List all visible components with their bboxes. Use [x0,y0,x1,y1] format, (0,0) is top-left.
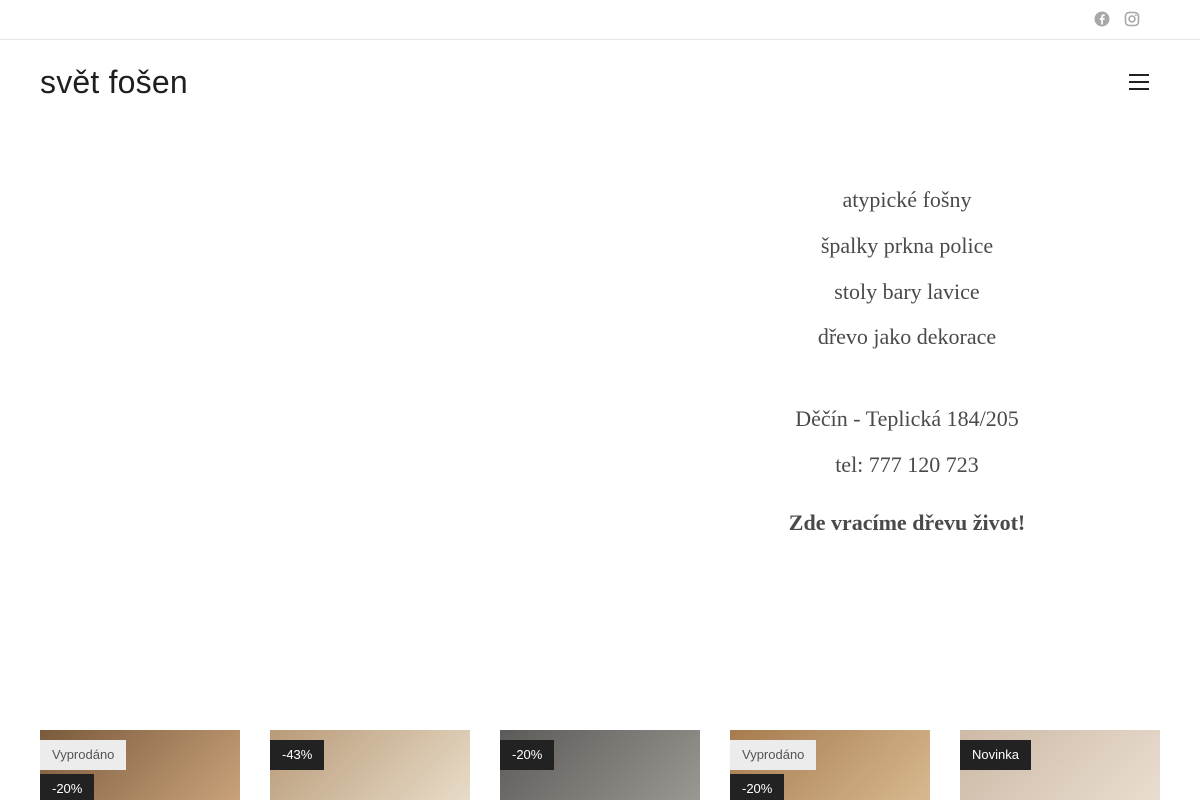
discount-badge: -20% [40,774,95,800]
hero-image [40,150,660,630]
hamburger-menu-icon[interactable] [1129,74,1149,90]
product-card[interactable]: Vyprodáno -20% [730,730,930,800]
hero-address: Děčín - Teplická 184/205 [795,406,1019,431]
new-badge: Novinka [960,740,1031,770]
product-card[interactable]: Novinka [960,730,1160,800]
discount-badge: -20% [730,774,785,800]
instagram-icon[interactable] [1124,11,1140,27]
hero-line-drevo: dřevo jako dekorace [817,324,997,349]
product-card[interactable]: Vyprodáno -20% [40,730,240,800]
facebook-icon[interactable] [1094,11,1110,27]
discount-badge: -20% [500,740,555,770]
product-card[interactable]: -43% [270,730,470,800]
site-header: svět fošen [0,40,1200,124]
sold-out-badge: Vyprodáno [40,740,127,770]
hero-line-atypicke-fosny: atypické fošny [842,187,972,212]
product-card[interactable]: -20% [500,730,700,800]
sold-out-badge: Vyprodáno [730,740,817,770]
product-grid: Vyprodáno -20% -43% -20% Vyprodáno -20% … [40,730,1160,800]
hero-line-stoly: stoly bary lavice [834,279,980,304]
discount-badge: -43% [270,740,325,770]
top-bar [0,0,1200,40]
site-logo[interactable]: svět fošen [40,64,188,100]
hero-line-spalky: špalky prkna police [820,233,994,258]
hero-tagline: Zde vracíme dřevu život! [788,510,1026,535]
hero-phone: tel: 777 120 723 [835,452,979,477]
